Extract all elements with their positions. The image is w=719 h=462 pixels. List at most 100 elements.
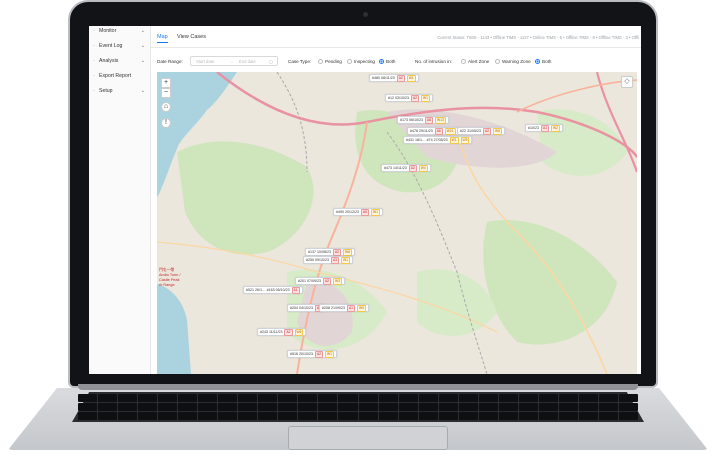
case-type-inspecting-radio[interactable]: Inspecting [347,59,375,64]
keyboard-key [538,394,558,402]
keyboard-key [238,403,258,411]
keyboard-key [198,412,218,420]
keyboard-key [378,394,398,402]
case-marker[interactable]: #490 20/12/23 A5 W1 [333,208,383,216]
alert-count-badge: A3 [330,256,340,264]
warning-count-badge: W1 [341,256,350,264]
keyboard-key [138,403,158,411]
chevron-down-icon: ⌄ [140,43,145,49]
case-marker[interactable]: #478 29/11/23 A6 W21 [407,127,459,135]
case-marker[interactable]: #137 10/08/23 A2 W6 [305,248,355,256]
sidebar: · Monitor ⌄ · Event Log ⌄ · Analysis ⌄ ·… [89,26,151,374]
zoom-in-button[interactable]: + [161,78,171,88]
map-view[interactable]: + − ⌂ ! ◇ 門屯一帶 Ambo Tuen / Castle Peak r… [157,72,637,374]
keyboard-key [138,412,158,420]
keyboard-key [618,412,638,420]
laptop-base [8,384,708,454]
case-type-both-radio[interactable]: Both [379,59,395,64]
sidebar-item-label: Monitor [99,28,117,34]
keyboard-key [578,412,598,420]
end-date-field[interactable]: End date [239,59,256,64]
case-marker[interactable]: #173 06/10/23 A8 W13 [397,116,449,124]
keyboard-key [118,394,138,402]
alert-count-badge: A2 [332,248,342,256]
keyboard-key [238,412,258,420]
keyboard [78,394,638,420]
keyboard-key [358,394,378,402]
top-bar: Map View Cases Current Status: TIMS - 11… [151,26,641,48]
radio-selected-icon [379,59,384,64]
keyboard-key [158,394,178,402]
keyboard-key [118,403,138,411]
case-marker[interactable]: #521 26/1… #163 06/10/23 A1 [243,286,303,294]
keyboard-key [338,403,358,411]
filter-bar: Date Range: Start date → End date ▢ Case… [157,55,637,69]
alert-count-badge: A6 [434,127,443,135]
keyboard-key [338,412,358,420]
keyboard-key [498,394,518,402]
keyboard-key [478,412,498,420]
sidebar-item-export-report[interactable]: · Export Report [93,73,151,79]
sidebar-item-monitor[interactable]: · Monitor ⌄ [93,28,151,34]
zoom-out-button[interactable]: − [161,88,171,98]
warning-count-badge: W4 [418,164,428,172]
keyboard-key [238,394,258,402]
warning-count-badge: W1 [449,136,459,144]
date-range-label: Date Range: [157,59,183,64]
tab-map[interactable]: Map [157,34,168,43]
keyboard-key [218,394,238,402]
keyboard-key [358,403,378,411]
keyboard-key [378,412,398,420]
alert-count-badge: A1 [291,286,300,294]
case-type-pending-radio[interactable]: Pending [318,59,342,64]
case-marker-label: #22 31/05/23 [460,129,481,133]
case-marker[interactable]: #431 18/1… #74 27/05/23 W1 W9 [403,136,473,144]
case-marker[interactable]: #250 09/10/23 A3 W1 [303,256,353,264]
radio-label: Both [386,59,396,64]
laptop-hinge [78,384,638,390]
case-marker[interactable]: #201 07/09/23 A2 W3 [295,277,345,285]
sidebar-item-label: Event Log [99,43,123,49]
keyboard-key [438,412,458,420]
keyboard-key [578,394,598,402]
sidebar-item-setup[interactable]: · Setup ⌄ [93,88,151,94]
case-marker[interactable]: #10/23 A1 W2 [525,124,563,132]
keyboard-key [318,412,338,420]
sidebar-item-analysis[interactable]: · Analysis ⌄ [93,58,151,64]
sidebar-item-label: Setup [99,88,113,94]
keyboard-key [558,394,578,402]
tab-view-cases[interactable]: View Cases [177,34,206,40]
info-icon[interactable]: ! [161,118,171,128]
keyboard-key [178,412,198,420]
radio-label: Warning Zone [502,59,531,64]
keyboard-key [438,394,458,402]
layers-icon[interactable]: ◇ [621,76,633,88]
keyboard-key [458,403,478,411]
date-range-picker[interactable]: Start date → End date ▢ [190,56,278,66]
intrusion-both-radio[interactable]: Both [535,59,551,64]
radio-label: Alert Zone [468,59,490,64]
keyboard-key [78,394,98,402]
alert-count-badge: A2 [408,164,417,172]
warning-count-badge: W6 [294,328,304,336]
keyboard-key [398,394,418,402]
case-marker[interactable]: #516 20/10/23 A2 W1 [287,350,337,358]
warning-zone-radio[interactable]: Warning Zone [495,59,531,64]
case-marker[interactable]: #12 03/10/23 A2 W1 [385,94,433,102]
case-marker[interactable]: #480 08/11/23 A2 W1 [369,74,419,82]
warning-count-badge: W3 [333,277,342,285]
warning-count-badge: W1 [371,208,380,216]
laptop-lid: · Monitor ⌄ · Event Log ⌄ · Analysis ⌄ ·… [68,0,658,388]
warning-count-badge: W1 [421,94,430,102]
date-arrow: → [229,59,234,64]
home-icon[interactable]: ⌂ [161,102,171,112]
alert-zone-radio[interactable]: Alert Zone [461,59,489,64]
case-marker[interactable]: #243 11/11/23 A2 W6 [257,328,307,336]
case-marker[interactable]: #22 31/05/23 A2 W5 [457,127,505,135]
case-marker[interactable]: #473 14/11/23 A2 W4 [381,164,431,172]
start-date-field[interactable]: Start date [196,59,214,64]
case-marker[interactable]: #208 21/09/23 A1 W9 [319,304,369,312]
sidebar-item-event-log[interactable]: · Event Log ⌄ [93,43,151,49]
keyboard-key [458,394,478,402]
alert-count-badge: A2 [284,328,293,336]
